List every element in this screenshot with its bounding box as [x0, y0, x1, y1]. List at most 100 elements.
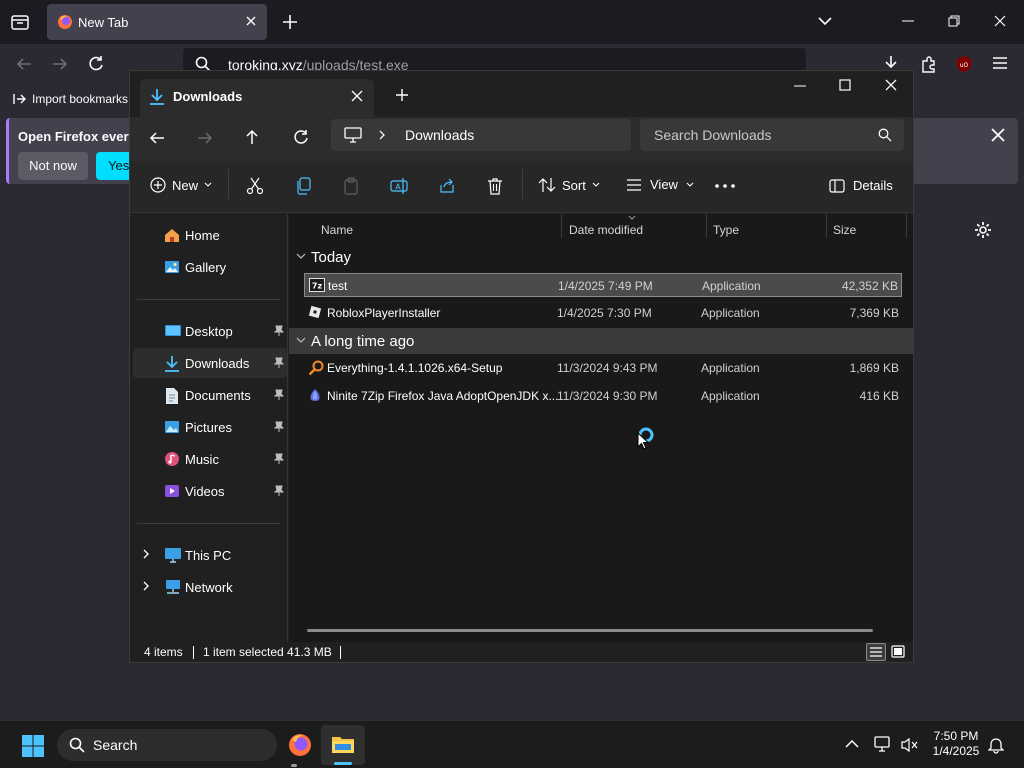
extensions-puzzle-icon[interactable]	[919, 54, 939, 74]
share-icon[interactable]	[438, 177, 456, 195]
sort-arrows-icon	[538, 178, 556, 192]
group-header-long-ago[interactable]: A long time ago	[289, 328, 913, 354]
notification-bell-icon[interactable]	[988, 736, 1004, 754]
active-app-indicator	[334, 762, 352, 765]
import-bookmarks-button[interactable]: Import bookmarks	[13, 92, 128, 106]
large-icons-view-toggle[interactable]	[890, 644, 906, 660]
nav-item-pictures[interactable]: Pictures	[133, 412, 287, 442]
back-arrow-icon[interactable]	[15, 55, 33, 73]
rename-icon[interactable]: A	[390, 177, 408, 195]
refresh-icon[interactable]	[293, 129, 309, 145]
list-all-tabs-chevron-icon[interactable]	[817, 15, 833, 27]
horizontal-scrollbar[interactable]	[307, 629, 873, 632]
new-tab-plus-icon[interactable]	[395, 88, 409, 102]
minimize-icon[interactable]	[902, 20, 914, 22]
nav-item-documents[interactable]: Documents	[133, 380, 287, 410]
nav-item-network[interactable]: Network	[133, 572, 287, 602]
show-hidden-icons-chevron-icon[interactable]	[845, 739, 859, 749]
more-options-ellipsis-icon[interactable]	[715, 184, 735, 188]
nav-label-documents: Documents	[185, 388, 251, 403]
collapse-chevron-icon[interactable]	[296, 253, 306, 260]
column-divider[interactable]	[826, 214, 827, 238]
up-arrow-icon[interactable]	[244, 129, 260, 145]
column-date-modified[interactable]: Date modified	[569, 223, 643, 237]
file-row[interactable]: RobloxPlayerInstaller 1/4/2025 7:30 PM A…	[304, 301, 902, 325]
nav-item-gallery[interactable]: Gallery	[133, 252, 287, 282]
file-row[interactable]: Everything-1.4.1.1026.x64-Setup 11/3/202…	[304, 356, 902, 380]
details-view-toggle[interactable]	[866, 643, 886, 661]
view-button[interactable]: View	[626, 177, 694, 192]
restore-icon[interactable]	[948, 15, 960, 27]
copy-icon[interactable]	[295, 177, 311, 195]
forward-arrow-icon[interactable]	[51, 55, 69, 73]
details-pane-icon	[829, 178, 845, 193]
new-button[interactable]: New	[150, 177, 212, 193]
back-arrow-icon[interactable]	[149, 130, 165, 146]
nav-label-network: Network	[185, 580, 233, 595]
details-pane-button[interactable]: Details	[829, 178, 893, 193]
nav-item-music[interactable]: Music	[133, 444, 287, 474]
firefox-view-icon[interactable]	[10, 12, 30, 32]
breadcrumb-chevron-icon[interactable]	[378, 130, 386, 140]
file-explorer-taskbar-button[interactable]	[321, 725, 365, 765]
status-bar: 4 items 1 item selected 41.3 MB	[130, 642, 913, 662]
column-divider[interactable]	[561, 214, 562, 238]
address-bar[interactable]: Downloads	[331, 119, 631, 151]
delete-trash-icon[interactable]	[487, 177, 503, 195]
desktop-icon	[164, 323, 182, 339]
file-row[interactable]: 7z test 1/4/2025 7:49 PM Application 42,…	[304, 273, 902, 297]
firefox-taskbar-icon[interactable]	[288, 733, 312, 757]
pin-icon	[274, 421, 284, 433]
settings-gear-icon[interactable]	[974, 221, 992, 239]
banner-close-icon[interactable]	[990, 127, 1006, 143]
nav-item-videos[interactable]: Videos	[133, 476, 287, 506]
maximize-icon[interactable]	[839, 79, 851, 91]
paste-clipboard-icon[interactable]	[343, 177, 359, 195]
taskbar-search-box[interactable]: Search	[57, 729, 277, 761]
forward-arrow-icon[interactable]	[197, 130, 213, 146]
file-row[interactable]: Ninite 7Zip Firefox Java AdoptOpenJDK x.…	[304, 384, 902, 408]
nav-item-home[interactable]: Home	[133, 220, 287, 250]
sort-button[interactable]: Sort	[538, 177, 600, 193]
new-tab-plus-icon[interactable]	[281, 13, 299, 31]
taskbar-clock[interactable]: 7:50 PM 1/4/2025	[920, 729, 992, 759]
status-divider	[340, 646, 341, 659]
nav-item-desktop[interactable]: Desktop	[133, 316, 287, 346]
firefox-tab-new-tab[interactable]: New Tab	[47, 4, 267, 40]
close-tab-icon[interactable]	[351, 90, 363, 102]
file-list-pane: Name Date modified Type Size Today 7z te…	[289, 214, 913, 642]
close-tab-icon[interactable]	[245, 15, 257, 27]
close-window-icon[interactable]	[885, 79, 897, 91]
view-list-icon	[627, 178, 641, 191]
svg-text:uO: uO	[960, 62, 969, 69]
explorer-tab-downloads[interactable]: Downloads	[140, 79, 374, 117]
hamburger-menu-icon[interactable]	[992, 56, 1008, 70]
cut-scissors-icon[interactable]	[246, 177, 264, 195]
group-label: A long time ago	[311, 333, 415, 350]
network-status-icon[interactable]	[874, 736, 892, 752]
column-divider[interactable]	[706, 214, 707, 238]
reload-icon[interactable]	[87, 55, 105, 73]
column-type[interactable]: Type	[713, 223, 739, 237]
expand-chevron-icon[interactable]	[142, 581, 150, 591]
collapse-chevron-icon[interactable]	[296, 337, 306, 344]
volume-muted-icon[interactable]	[901, 737, 919, 753]
close-window-icon[interactable]	[994, 15, 1006, 27]
expand-chevron-icon[interactable]	[142, 549, 150, 559]
search-downloads-input[interactable]: Search Downloads	[640, 119, 904, 151]
minimize-icon[interactable]	[794, 85, 806, 87]
chevron-down-icon	[686, 182, 694, 187]
nav-item-downloads[interactable]: Downloads	[133, 348, 287, 378]
everything-magnifier-icon	[308, 360, 324, 376]
column-name[interactable]: Name	[321, 223, 353, 237]
column-divider[interactable]	[906, 214, 907, 238]
nav-item-this-pc[interactable]: This PC	[133, 540, 287, 570]
column-size[interactable]: Size	[833, 223, 856, 237]
group-header-today[interactable]: Today	[289, 244, 913, 270]
firefox-logo-icon	[57, 14, 73, 30]
app-running-indicator	[291, 764, 297, 767]
start-windows-icon[interactable]	[21, 734, 45, 758]
not-now-button[interactable]: Not now	[18, 152, 88, 180]
breadcrumb-downloads[interactable]: Downloads	[405, 127, 474, 143]
ublock-origin-icon[interactable]: uO	[955, 55, 973, 73]
